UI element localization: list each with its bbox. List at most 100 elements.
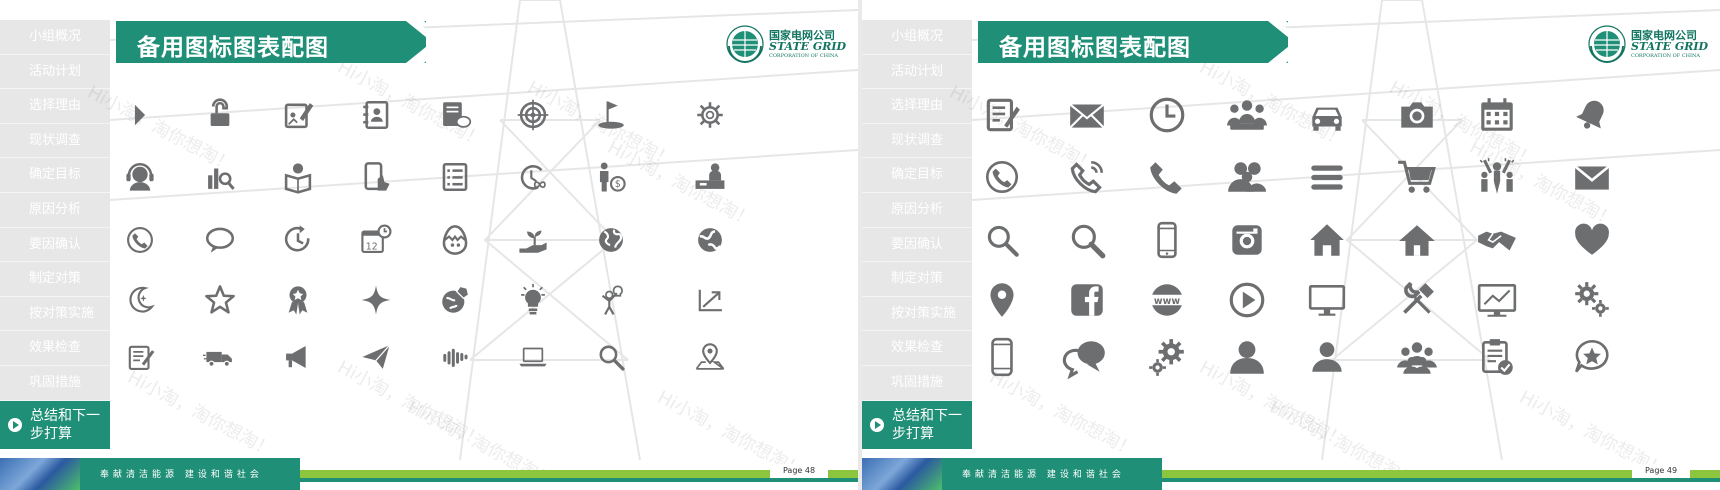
sidebar-item-5[interactable]: 确定目标 bbox=[0, 158, 110, 193]
edit-image-icon[interactable] bbox=[281, 98, 315, 132]
egg-chick-icon[interactable] bbox=[438, 223, 472, 257]
gears-icon[interactable] bbox=[1571, 279, 1613, 321]
sidebar-item-11[interactable]: 巩固措施 bbox=[862, 365, 972, 401]
notepad-icon[interactable] bbox=[123, 340, 157, 374]
sidebar-item-8[interactable]: 制定对策 bbox=[0, 262, 110, 297]
calendar-icon[interactable] bbox=[1476, 94, 1518, 136]
contact-book-icon[interactable] bbox=[359, 98, 393, 132]
facebook-icon[interactable] bbox=[1066, 279, 1108, 321]
sidebar-item-6[interactable]: 原因分析 bbox=[0, 192, 110, 228]
paper-plane-icon[interactable] bbox=[359, 340, 393, 374]
sidebar-item-10[interactable]: 效果检查 bbox=[0, 331, 110, 366]
form-edit-icon[interactable] bbox=[981, 94, 1023, 136]
map-pin-icon[interactable] bbox=[693, 340, 727, 374]
sidebar-item-active[interactable]: 总结和下一步打算 bbox=[862, 400, 972, 449]
envelope-icon[interactable] bbox=[1571, 156, 1613, 198]
plant-hand-icon[interactable] bbox=[516, 223, 550, 257]
house-icon[interactable] bbox=[1396, 219, 1438, 261]
speech-bubble-icon[interactable] bbox=[203, 223, 237, 257]
camera-icon[interactable] bbox=[1396, 94, 1438, 136]
home-icon[interactable] bbox=[1306, 219, 1348, 261]
sidebar-item-9[interactable]: 按对策实施 bbox=[0, 296, 110, 332]
desk-person-icon[interactable] bbox=[693, 160, 727, 194]
unlock-icon[interactable] bbox=[203, 98, 237, 132]
bar-search-icon[interactable] bbox=[203, 160, 237, 194]
celebrate-crowd-icon[interactable] bbox=[1476, 156, 1518, 198]
gear-icon[interactable] bbox=[693, 98, 727, 132]
sidebar-item-3[interactable]: 选择理由 bbox=[862, 89, 972, 124]
handshake-icon[interactable] bbox=[1476, 219, 1518, 261]
sidebar-item-10[interactable]: 效果检查 bbox=[862, 331, 972, 366]
checklist-icon[interactable] bbox=[438, 160, 472, 194]
person-idea-icon[interactable] bbox=[594, 283, 628, 317]
menu-icon[interactable] bbox=[1306, 156, 1348, 198]
globe-rocket-icon[interactable] bbox=[438, 283, 472, 317]
search-outline-icon[interactable] bbox=[1066, 219, 1108, 261]
person-money-icon[interactable]: $ bbox=[594, 160, 628, 194]
mobile-touch-icon[interactable] bbox=[359, 160, 393, 194]
settings-gears-icon[interactable] bbox=[1146, 336, 1188, 378]
www-icon[interactable]: www bbox=[1146, 279, 1188, 321]
play-circle-icon[interactable] bbox=[1226, 279, 1268, 321]
star-icon[interactable] bbox=[203, 283, 237, 317]
sparkle-icon[interactable] bbox=[359, 283, 393, 317]
location-pin-icon[interactable] bbox=[981, 279, 1023, 321]
sidebar-item-8[interactable]: 制定对策 bbox=[862, 262, 972, 297]
monitor-icon[interactable] bbox=[1306, 279, 1348, 321]
growth-chart-icon[interactable] bbox=[693, 283, 727, 317]
group-icon[interactable] bbox=[1226, 156, 1268, 198]
earth-icon[interactable] bbox=[693, 223, 727, 257]
globe-icon[interactable] bbox=[594, 223, 628, 257]
phone-circle-icon[interactable] bbox=[123, 223, 157, 257]
mail-icon[interactable] bbox=[1066, 94, 1108, 136]
sidebar-item-9[interactable]: 按对策实施 bbox=[862, 296, 972, 332]
sidebar-item-4[interactable]: 现状调查 bbox=[0, 123, 110, 159]
phone-icon[interactable] bbox=[1146, 156, 1188, 198]
moon-icon[interactable] bbox=[123, 283, 157, 317]
time-infinity-icon[interactable] bbox=[516, 160, 550, 194]
sidebar-item-4[interactable]: 现状调查 bbox=[862, 123, 972, 159]
team-icon[interactable] bbox=[1226, 94, 1268, 136]
user-icon[interactable] bbox=[1306, 336, 1348, 378]
shopping-cart-icon[interactable] bbox=[1396, 156, 1438, 198]
clipboard-check-icon[interactable] bbox=[1476, 336, 1518, 378]
delivery-truck-icon[interactable] bbox=[203, 340, 237, 374]
smartphone-icon[interactable] bbox=[1146, 219, 1188, 261]
mobile-icon[interactable] bbox=[981, 336, 1023, 378]
award-badge-icon[interactable] bbox=[281, 283, 315, 317]
car-icon[interactable] bbox=[1306, 94, 1348, 136]
tools-icon[interactable] bbox=[1396, 279, 1438, 321]
instagram-icon[interactable] bbox=[1226, 219, 1268, 261]
star-chat-icon[interactable] bbox=[1571, 336, 1613, 378]
headset-user-icon[interactable] bbox=[123, 160, 157, 194]
sidebar-item-5[interactable]: 确定目标 bbox=[862, 158, 972, 193]
golf-flag-icon[interactable] bbox=[594, 98, 628, 132]
sidebar-item-2[interactable]: 活动计划 bbox=[862, 54, 972, 90]
megaphone-icon[interactable] bbox=[281, 340, 315, 374]
bell-icon[interactable] bbox=[1571, 94, 1613, 136]
sidebar-item-1[interactable]: 小组概况 bbox=[0, 20, 110, 55]
reading-person-icon[interactable] bbox=[281, 160, 315, 194]
sidebar-item-7[interactable]: 要因确认 bbox=[0, 227, 110, 263]
clock-refresh-icon[interactable] bbox=[281, 223, 315, 257]
people-group-icon[interactable] bbox=[1396, 336, 1438, 378]
chart-monitor-icon[interactable] bbox=[1476, 279, 1518, 321]
sidebar-item-1[interactable]: 小组概况 bbox=[862, 20, 972, 55]
phone-circle-icon[interactable] bbox=[981, 156, 1023, 198]
sidebar-item-6[interactable]: 原因分析 bbox=[862, 192, 972, 228]
sidebar-item-2[interactable]: 活动计划 bbox=[0, 54, 110, 90]
document-chat-icon[interactable] bbox=[438, 98, 472, 132]
chat-bubbles-icon[interactable] bbox=[1062, 336, 1108, 380]
clock-icon[interactable] bbox=[1146, 94, 1188, 136]
voice-wave-icon[interactable] bbox=[438, 340, 472, 374]
heart-icon[interactable] bbox=[1571, 219, 1613, 261]
target-icon[interactable] bbox=[516, 98, 550, 132]
sidebar-item-3[interactable]: 选择理由 bbox=[0, 89, 110, 124]
phone-ringing-icon[interactable] bbox=[1066, 156, 1108, 198]
sidebar-item-11[interactable]: 巩固措施 bbox=[0, 365, 110, 401]
lightbulb-icon[interactable] bbox=[516, 283, 550, 317]
laptop-icon[interactable] bbox=[516, 340, 550, 374]
user-silhouette-icon[interactable] bbox=[1226, 336, 1268, 378]
sidebar-item-7[interactable]: 要因确认 bbox=[862, 227, 972, 263]
search-icon[interactable] bbox=[981, 219, 1023, 261]
